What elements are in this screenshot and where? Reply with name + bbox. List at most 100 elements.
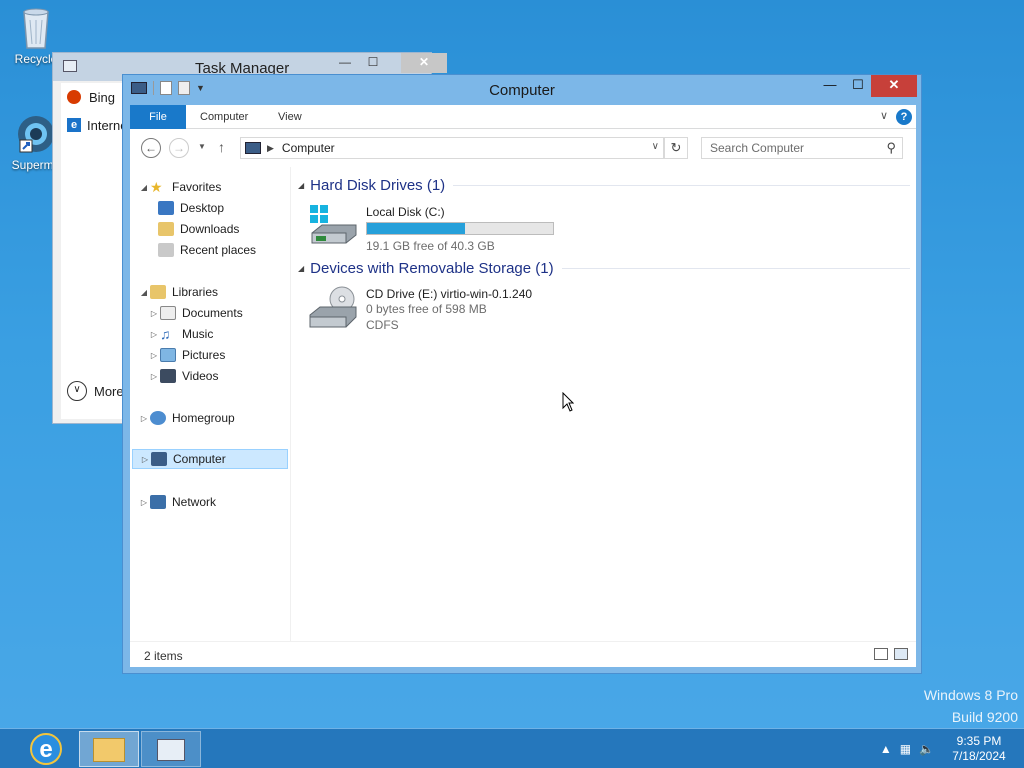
- help-icon[interactable]: ?: [896, 109, 912, 125]
- sidebar-item-pictures[interactable]: ▷ Pictures: [148, 345, 225, 365]
- collapse-arrow-icon[interactable]: ▷: [138, 498, 150, 507]
- pane-divider[interactable]: [290, 167, 291, 641]
- star-icon: ★: [150, 179, 163, 195]
- up-button[interactable]: ↑: [218, 139, 225, 155]
- task-manager-icon: [157, 739, 185, 761]
- more-details-button[interactable]: ∨ More: [67, 381, 124, 401]
- taskbar-task-manager[interactable]: [141, 731, 201, 767]
- group-title: Devices with Removable Storage (1): [310, 260, 554, 277]
- sidebar-item-network[interactable]: ▷ Network: [138, 492, 216, 512]
- taskbar-internet-explorer[interactable]: e: [16, 731, 76, 767]
- sidebar-item-label: Pictures: [182, 348, 226, 362]
- sidebar-item-favorites[interactable]: ◢ ★ Favorites: [138, 177, 221, 197]
- hard-drive-icon: [308, 203, 360, 247]
- task-list: Bing e Interne: [61, 83, 131, 419]
- network-status-icon[interactable]: ▦: [900, 742, 911, 756]
- maximize-button[interactable]: ☐: [845, 75, 871, 97]
- sidebar-item-downloads[interactable]: Downloads: [158, 219, 239, 239]
- drive-free-space: 0 bytes free of 598 MB: [366, 302, 487, 316]
- search-placeholder: Search Computer: [710, 141, 805, 155]
- drive-item-c[interactable]: Local Disk (C:) 19.1 GB free of 40.3 GB: [308, 203, 554, 254]
- chevron-down-icon: ∨: [67, 381, 87, 401]
- system-tray: ▲ ▦ 🔈 9:35 PM 7/18/2024: [880, 729, 1024, 768]
- large-icons-view-icon[interactable]: [894, 648, 908, 660]
- sidebar-item-label: Desktop: [180, 201, 225, 215]
- drive-item-e[interactable]: CD Drive (E:) virtio-win-0.1.240 0 bytes…: [308, 285, 532, 333]
- sidebar-item-libraries[interactable]: ◢ Libraries: [138, 282, 218, 302]
- sidebar-item-label: Libraries: [172, 285, 219, 299]
- collapse-arrow-icon[interactable]: ▷: [148, 372, 160, 381]
- sidebar-item-documents[interactable]: ▷ Documents: [148, 303, 243, 323]
- collapse-arrow-icon: ◢: [298, 181, 305, 190]
- search-icon: ⚲: [886, 140, 896, 155]
- tab-computer[interactable]: Computer: [186, 105, 262, 129]
- breadcrumb-chevron-icon[interactable]: ▶: [267, 143, 274, 154]
- breadcrumb[interactable]: Computer: [282, 141, 335, 155]
- back-button[interactable]: ←: [141, 138, 161, 158]
- file-explorer-icon: [93, 738, 125, 762]
- tab-view[interactable]: View: [264, 105, 316, 129]
- expand-ribbon-icon[interactable]: ∨: [880, 109, 888, 122]
- collapse-arrow-icon[interactable]: ▷: [148, 309, 160, 318]
- group-divider: [561, 268, 910, 269]
- volume-muted-icon[interactable]: 🔈: [919, 742, 934, 756]
- expand-arrow-icon[interactable]: ◢: [138, 288, 150, 297]
- address-bar[interactable]: ▶ Computer ∨: [240, 137, 664, 159]
- taskbar-file-explorer[interactable]: [79, 731, 139, 767]
- clock[interactable]: 9:35 PM 7/18/2024: [942, 734, 1016, 764]
- search-input[interactable]: Search Computer ⚲: [701, 137, 903, 159]
- explorer-titlebar[interactable]: ▼ Computer — ☐ ✕: [123, 75, 921, 105]
- drive-filesystem: CDFS: [366, 318, 399, 332]
- close-button[interactable]: ✕: [401, 53, 447, 73]
- homegroup-icon: [150, 411, 166, 425]
- tab-file[interactable]: File: [130, 105, 186, 129]
- sidebar-item-desktop[interactable]: Desktop: [158, 198, 224, 218]
- collapse-arrow-icon[interactable]: ▷: [148, 330, 160, 339]
- item-count: 2 items: [144, 649, 183, 663]
- chevron-down-icon[interactable]: ∨: [652, 141, 659, 152]
- show-hidden-icons-icon[interactable]: ▲: [880, 742, 892, 756]
- close-button[interactable]: ✕: [871, 75, 917, 97]
- drive-usage-fill: [367, 223, 465, 234]
- minimize-button[interactable]: —: [331, 53, 359, 73]
- mouse-cursor-icon: [562, 391, 575, 412]
- collapse-arrow-icon[interactable]: ▷: [139, 455, 151, 464]
- address-toolbar: ← → ▼ ↑ ▶ Computer ∨ ↻ Search Computer ⚲: [130, 129, 916, 167]
- refresh-button[interactable]: ↻: [664, 137, 688, 159]
- libraries-icon: [150, 285, 166, 299]
- explorer-window[interactable]: ▼ Computer — ☐ ✕ File Computer View ∨ ? …: [122, 74, 922, 674]
- group-title: Hard Disk Drives (1): [310, 177, 446, 194]
- group-header[interactable]: ◢ Hard Disk Drives (1): [298, 177, 910, 194]
- computer-small-icon: [245, 142, 261, 154]
- supermium-browser-icon: [14, 112, 54, 156]
- recent-locations-icon[interactable]: ▼: [198, 142, 206, 151]
- expand-arrow-icon[interactable]: ◢: [138, 183, 150, 192]
- minimize-button[interactable]: —: [817, 75, 843, 97]
- sidebar-item-videos[interactable]: ▷ Videos: [148, 366, 218, 386]
- list-item[interactable]: Bing: [61, 83, 131, 111]
- music-icon: ♫: [160, 326, 171, 342]
- list-item[interactable]: e Interne: [61, 111, 131, 139]
- sidebar-item-homegroup[interactable]: ▷ Homegroup: [138, 408, 235, 428]
- sidebar-item-label: Network: [172, 495, 217, 509]
- internet-explorer-icon: e: [67, 118, 81, 132]
- forward-button[interactable]: →: [169, 138, 189, 158]
- sidebar-item-label: Music: [182, 327, 214, 341]
- windows-watermark: Windows 8 Pro Build 9200: [924, 684, 1018, 728]
- downloads-icon: [158, 222, 174, 236]
- sidebar-item-label: Documents: [182, 306, 243, 320]
- bing-icon: [67, 90, 81, 104]
- documents-icon: [160, 306, 176, 320]
- sidebar-item-music[interactable]: ▷ ♫ Music: [148, 324, 213, 344]
- collapse-arrow-icon[interactable]: ▷: [138, 414, 150, 423]
- details-view-icon[interactable]: [874, 648, 888, 660]
- drive-name: CD Drive (E:) virtio-win-0.1.240: [366, 287, 533, 301]
- status-bar: 2 items: [130, 641, 916, 667]
- sidebar-item-computer[interactable]: ▷ Computer: [132, 449, 288, 469]
- collapse-arrow-icon[interactable]: ▷: [148, 351, 160, 360]
- window-title: Computer: [489, 82, 555, 99]
- sidebar-item-recent-places[interactable]: Recent places: [158, 240, 256, 260]
- maximize-button[interactable]: ☐: [359, 53, 387, 73]
- group-header[interactable]: ◢ Devices with Removable Storage (1): [298, 260, 910, 277]
- sidebar-item-label: Videos: [182, 369, 219, 383]
